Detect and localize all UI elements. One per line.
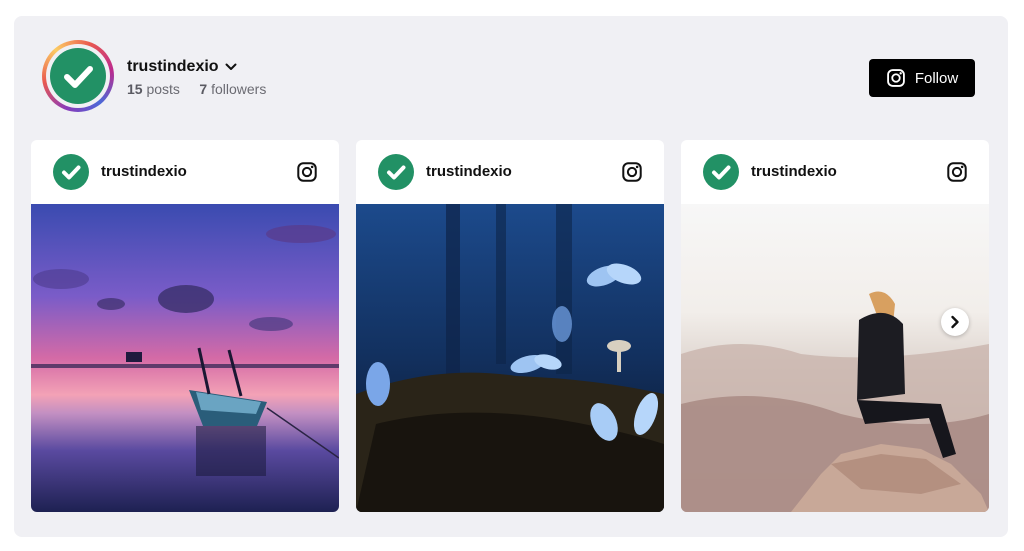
instagram-feed-widget: trustindexio 15 posts 7 followers Follow (14, 16, 1008, 537)
follow-button-label: Follow (914, 69, 959, 87)
feed-header: trustindexio 15 posts 7 followers Follow (14, 16, 1008, 140)
follow-button[interactable]: Follow (869, 59, 975, 97)
chevron-right-icon (951, 315, 959, 329)
instagram-icon[interactable] (946, 161, 968, 183)
profile-username[interactable]: trustindexio (127, 58, 237, 76)
profile-stats: 15 posts 7 followers (127, 81, 266, 97)
post-card-header: trustindexio (31, 140, 339, 204)
checkmark-icon (64, 66, 93, 88)
checkmark-icon (62, 165, 81, 180)
post-photo-mountain[interactable] (681, 204, 989, 512)
posts-label: posts (146, 81, 180, 97)
post-avatar[interactable] (53, 154, 89, 190)
posts-count: 15 (127, 81, 143, 97)
instagram-icon[interactable] (621, 161, 643, 183)
post-photo-butterflies[interactable] (356, 204, 664, 512)
profile-username-text: trustindexio (127, 58, 219, 75)
post-avatar[interactable] (378, 154, 414, 190)
post-username[interactable]: trustindexio (751, 163, 837, 180)
checkmark-icon (712, 165, 731, 180)
profile-avatar[interactable] (42, 40, 114, 112)
post-photo-sunset[interactable] (31, 204, 339, 512)
followers-label: followers (211, 81, 267, 97)
post-avatar[interactable] (703, 154, 739, 190)
chevron-down-icon[interactable] (225, 63, 237, 71)
post-username[interactable]: trustindexio (101, 163, 187, 180)
post-card[interactable]: trustindexio (31, 140, 339, 512)
post-card-header: trustindexio (681, 140, 989, 204)
post-card[interactable]: trustindexio (356, 140, 664, 512)
post-card-header: trustindexio (356, 140, 664, 204)
post-username[interactable]: trustindexio (426, 163, 512, 180)
instagram-icon (886, 69, 905, 87)
carousel-next-button[interactable] (941, 308, 969, 336)
checkmark-icon (387, 165, 406, 180)
instagram-icon[interactable] (296, 161, 318, 183)
followers-count: 7 (199, 81, 208, 97)
